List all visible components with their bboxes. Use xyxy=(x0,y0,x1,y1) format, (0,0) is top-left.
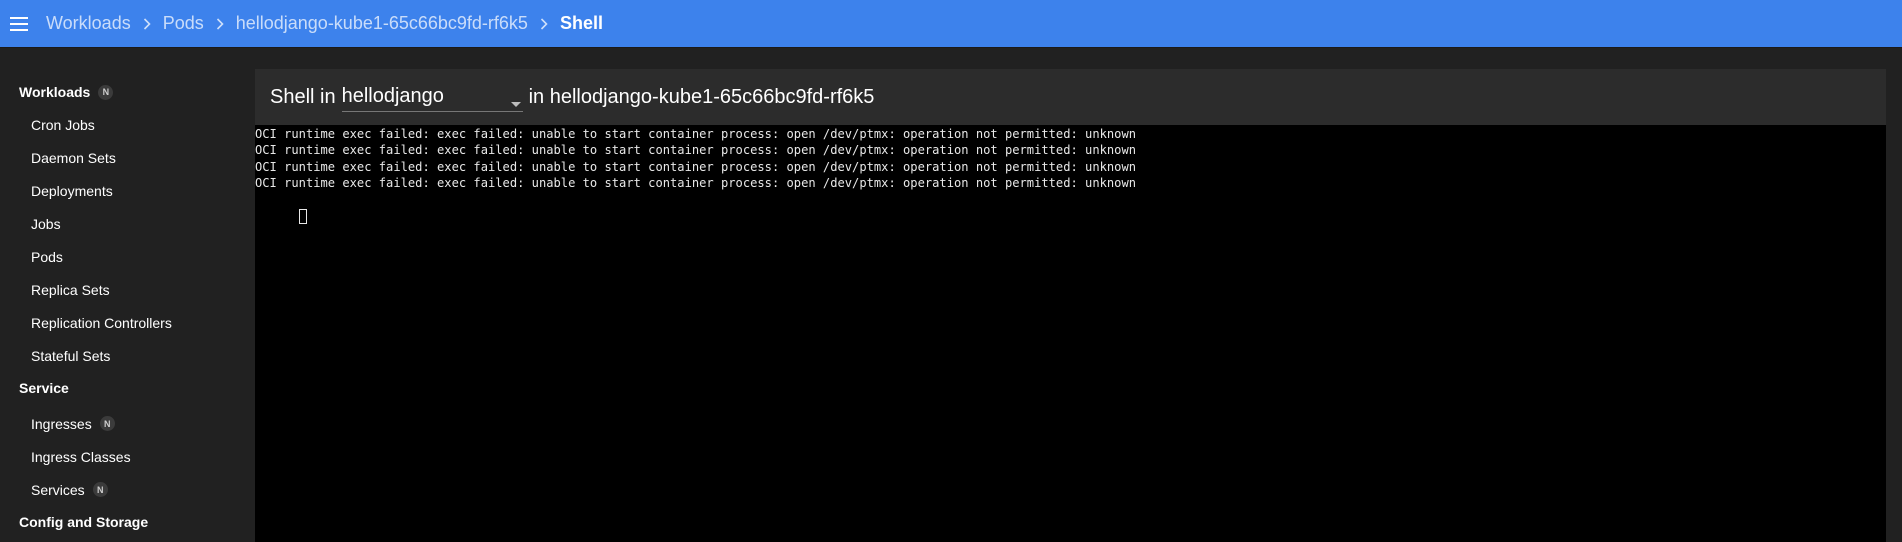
sidebar-item-daemon-sets[interactable]: Daemon Sets xyxy=(0,141,255,174)
chevron-right-icon xyxy=(131,0,163,48)
new-badge: N xyxy=(92,482,108,497)
sidebar-item-ingresses[interactable]: Ingresses N xyxy=(0,407,255,440)
chevron-right-icon xyxy=(528,0,560,48)
sidebar-section-workloads[interactable]: Workloads N xyxy=(0,82,255,102)
terminal-prompt-line xyxy=(255,191,1886,225)
sidebar-section-label: Config and Storage xyxy=(19,514,149,530)
terminal-line: OCI runtime exec failed: exec failed: un… xyxy=(255,143,1137,158)
sidebar-item-stateful-sets[interactable]: Stateful Sets xyxy=(0,339,255,372)
breadcrumb-pod-name[interactable]: hellodjango-kube1-65c66bc9fd-rf6k5 xyxy=(236,13,528,34)
main-content: Shell in hellodjango in hellodjango-kube… xyxy=(255,49,1902,542)
top-app-bar: Workloads Pods hellodjango-kube1-65c66bc… xyxy=(0,0,1902,48)
container-select-value: hellodjango xyxy=(341,85,444,107)
sidebar-item-label: Deployments xyxy=(31,182,113,199)
terminal-line: OCI runtime exec failed: exec failed: un… xyxy=(255,127,1137,141)
sidebar-item-label: Daemon Sets xyxy=(31,149,116,166)
sidebar-item-label: Ingress Classes xyxy=(31,448,131,465)
sidebar-item-cron-jobs[interactable]: Cron Jobs xyxy=(0,108,255,141)
terminal-cursor xyxy=(298,209,307,225)
sidebar-section-service[interactable]: Service xyxy=(0,378,255,398)
sidebar-item-label: Cron Jobs xyxy=(31,116,95,133)
shell-header: Shell in hellodjango in hellodjango-kube… xyxy=(255,69,1886,125)
new-badge: N xyxy=(98,84,114,100)
sidebar-item-label: Replication Controllers xyxy=(31,314,172,331)
pod-name-label: in hellodjango-kube1-65c66bc9fd-rf6k5 xyxy=(528,85,875,108)
sidebar-item-deployments[interactable]: Deployments xyxy=(0,174,255,207)
shell-title: Shell in xyxy=(270,85,336,108)
terminal-line: OCI runtime exec failed: exec failed: un… xyxy=(255,159,1137,174)
sidebar-item-label: Replica Sets xyxy=(31,281,110,298)
sidebar-item-label: Jobs xyxy=(31,215,61,232)
sidebar-item-label: Stateful Sets xyxy=(31,347,111,364)
terminal-line: OCI runtime exec failed: exec failed: un… xyxy=(255,175,1137,190)
breadcrumb-shell: Shell xyxy=(559,13,603,33)
hamburger-menu-icon[interactable] xyxy=(0,0,38,48)
chevron-right-icon xyxy=(204,0,236,48)
sidebar: Workloads N Cron Jobs Daemon Sets Deploy… xyxy=(0,49,255,542)
dropdown-arrow-icon xyxy=(510,94,521,112)
sidebar-item-replica-sets[interactable]: Replica Sets xyxy=(0,273,255,306)
breadcrumb-pods[interactable]: Pods xyxy=(163,13,204,34)
breadcrumb: Workloads Pods hellodjango-kube1-65c66bc… xyxy=(46,0,603,48)
sidebar-item-label: Ingresses xyxy=(31,415,92,432)
terminal[interactable]: OCI runtime exec failed: exec failed: un… xyxy=(255,125,1886,542)
new-badge: N xyxy=(99,416,115,431)
container-select[interactable]: hellodjango xyxy=(341,82,523,112)
sidebar-item-pods[interactable]: Pods xyxy=(0,240,255,273)
sidebar-item-jobs[interactable]: Jobs xyxy=(0,207,255,240)
sidebar-section-label: Workloads xyxy=(19,84,91,100)
sidebar-item-replication-controllers[interactable]: Replication Controllers xyxy=(0,306,255,339)
sidebar-section-label: Service xyxy=(19,380,69,396)
sidebar-item-label: Services xyxy=(31,481,85,498)
sidebar-item-ingress-classes[interactable]: Ingress Classes xyxy=(0,440,255,473)
sidebar-section-config-and-storage[interactable]: Config and Storage xyxy=(0,512,255,532)
sidebar-item-label: Pods xyxy=(31,248,63,265)
sidebar-item-services[interactable]: Services N xyxy=(0,473,255,506)
breadcrumb-workloads[interactable]: Workloads xyxy=(46,13,131,34)
